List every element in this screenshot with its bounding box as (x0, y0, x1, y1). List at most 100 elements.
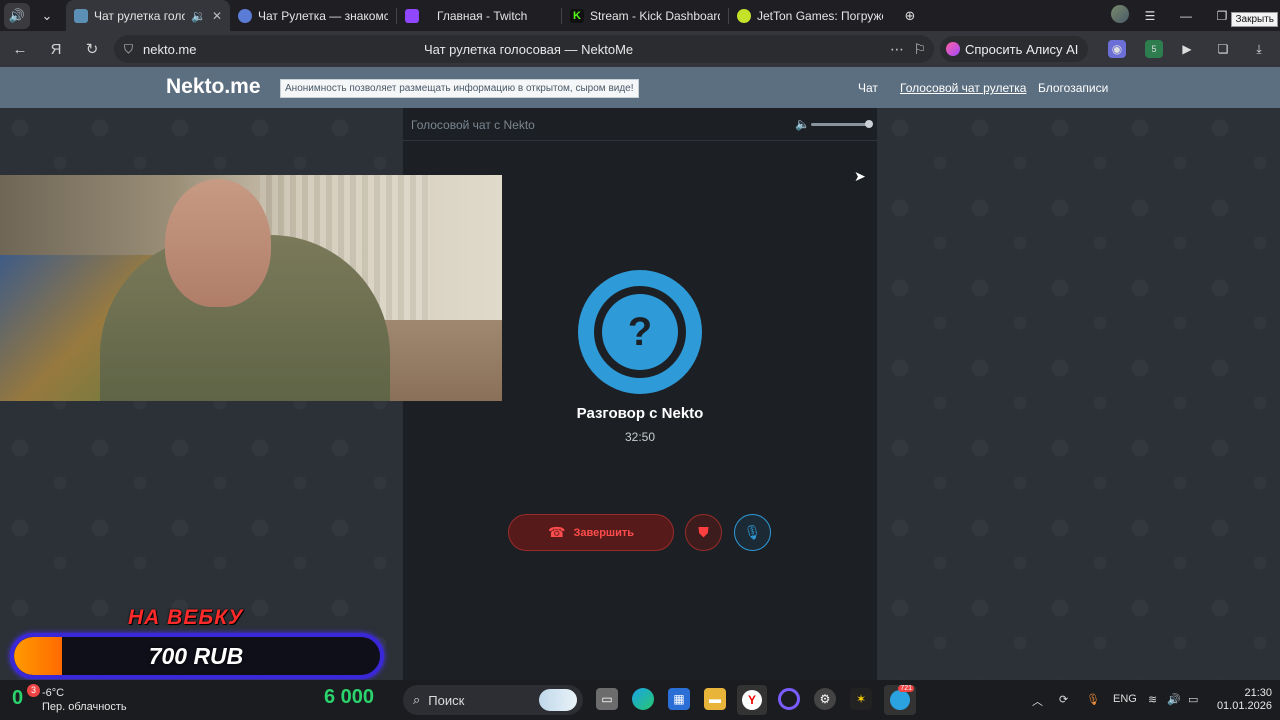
report-button[interactable]: ⛊ (685, 514, 722, 551)
search-icon: ⌕ (413, 692, 421, 707)
steam-icon[interactable]: ⚙ (814, 688, 836, 710)
tab-title: Главная - Twitch (437, 8, 528, 23)
mouse-cursor-icon: ➤ (854, 168, 866, 184)
alice-app-icon[interactable] (778, 688, 800, 710)
menu-item-voice-roulette[interactable]: Голосовой чат рулетка (900, 81, 1026, 95)
weather-temperature[interactable]: -6°C (42, 687, 64, 699)
microphone-button[interactable]: 🎙 (734, 514, 771, 551)
wifi-icon[interactable]: ≋ (1148, 693, 1157, 706)
microphone-tray-icon[interactable]: 🎙 (1086, 693, 1100, 706)
bookmark-icon[interactable]: ⚐ (913, 41, 926, 58)
volume-slider[interactable] (811, 123, 871, 126)
donation-goal-bar: 700 RUB (10, 633, 384, 679)
store-icon[interactable]: ▦ (668, 688, 690, 710)
yandex-logo-icon[interactable]: Я (38, 41, 74, 58)
close-icon[interactable]: ✕ (212, 9, 222, 23)
file-explorer-icon[interactable]: ▬ (704, 688, 726, 710)
alice-icon (946, 42, 960, 56)
tab-nekto[interactable]: Чат рулетка голосов 🔉 ✕ (66, 0, 230, 31)
volume-tray-icon[interactable]: 🔊 (1167, 693, 1181, 706)
speaker-icon[interactable]: 🔊 (4, 2, 30, 29)
taskbar: 0 3 -6°C Пер. облачность 6 000 ⌕ Поиск ▭… (0, 680, 1280, 720)
stream-counter: 6 000 (324, 686, 375, 708)
menu-item-blog[interactable]: Блогозаписи (1038, 81, 1108, 95)
shield-alert-icon: ⛊ (698, 524, 709, 540)
site-logo[interactable]: Nekto.me (166, 75, 261, 99)
webcam-video (0, 175, 502, 401)
hang-up-phone-icon: ☎ (548, 524, 566, 540)
tab-jetton[interactable]: JetTon Games: Погружен (729, 0, 891, 31)
question-mark-icon: ? (602, 294, 678, 370)
search-highlight-icon (539, 689, 577, 711)
speaker-icon[interactable]: 🔉 (191, 9, 206, 23)
browser-tab-bar: 🔊 ⌄ Чат рулетка голосов 🔉 ✕ Чат Рулетка … (0, 0, 1280, 31)
tab-title: JetTon Games: Погружен (757, 8, 883, 23)
tab-kick[interactable]: K Stream - Kick Dashboard (562, 0, 728, 31)
tab-title: Чат рулетка голосов (94, 8, 185, 23)
clock-time: 21:30 (1244, 687, 1272, 699)
download-icon[interactable]: ⤓ (1250, 40, 1268, 58)
volume-slider-handle[interactable] (865, 120, 873, 128)
discord-extension-icon[interactable]: ◉ (1108, 40, 1126, 58)
weather-description[interactable]: Пер. облачность (42, 701, 127, 713)
battery-icon[interactable]: ▭ (1188, 693, 1198, 706)
screen: 🔊 ⌄ Чат рулетка голосов 🔉 ✕ Чат Рулетка … (0, 0, 1280, 720)
kick-icon: K (570, 8, 584, 23)
chatroulette-favicon-icon (238, 8, 252, 23)
media-play-icon[interactable]: ▶ (1178, 40, 1196, 58)
shield-extension-icon[interactable]: 5 (1145, 40, 1163, 58)
donation-goal-label: НА ВЕБКУ (128, 606, 244, 629)
system-clock[interactable]: 21:30 01.01.2026 (1212, 687, 1272, 713)
webcam-dresser (380, 320, 502, 401)
task-view-icon[interactable]: ▭ (596, 688, 618, 710)
conversation-timer: 32:50 (624, 430, 656, 444)
site-info-icon[interactable]: ⛉ (124, 42, 133, 57)
alice-label: Спросить Алису AI (965, 41, 1079, 57)
clock-date: 01.01.2026 (1216, 700, 1272, 712)
jetton-favicon-icon (737, 8, 751, 23)
obs-spark-icon[interactable]: ✶ (850, 688, 872, 710)
end-call-label: Завершить (573, 526, 634, 539)
microphone-icon: 🎙 (743, 524, 762, 540)
twitch-icon (405, 8, 419, 23)
sync-icon[interactable]: ⟳ (1059, 693, 1068, 706)
back-arrow-icon[interactable]: ← (2, 41, 38, 58)
conversation-title: Разговор с Nekto (576, 405, 704, 422)
menu-item-chat[interactable]: Чат (858, 81, 878, 95)
site-motto: Анонимность позволяет размещать информац… (280, 79, 639, 98)
tray-chevron-up-icon[interactable]: ︿ (1032, 693, 1043, 709)
address-bar: ← Я ↻ ⛉ nekto.me Чат рулетка голосовая —… (0, 31, 1280, 67)
profile-avatar-icon[interactable] (1108, 5, 1132, 26)
minimize-icon[interactable]: — (1168, 9, 1204, 23)
tab-title: Чат Рулетка — знакомств (258, 8, 388, 23)
menu-icon[interactable]: ☰ (1132, 9, 1168, 23)
donation-goal-amount: 700 RUB (148, 643, 244, 669)
url-field[interactable]: ⛉ nekto.me Чат рулетка голосовая — Nekto… (114, 35, 934, 63)
tab-chatroulette[interactable]: Чат Рулетка — знакомств (230, 0, 396, 31)
ask-alice-button[interactable]: Спросить Алису AI (940, 36, 1089, 62)
chevron-down-icon[interactable]: ⌄ (34, 3, 60, 29)
partner-avatar: ? (578, 270, 702, 394)
avatar-ring: ? (594, 286, 686, 378)
panel-header: Голосовой чат с Nekto 🔈 (403, 108, 877, 141)
collections-icon[interactable]: ❏ (1214, 40, 1232, 58)
volume-icon[interactable]: 🔈 (795, 117, 810, 131)
panel-title: Голосовой чат с Nekto (411, 118, 535, 132)
more-dots-icon[interactable]: ⋯ (890, 41, 904, 58)
tab-title: Stream - Kick Dashboard (590, 8, 720, 23)
url-host: nekto.me (143, 41, 197, 57)
nekto-favicon-icon (74, 8, 88, 23)
telegram-icon[interactable]: 721 (884, 685, 916, 715)
edge-icon[interactable] (632, 688, 654, 710)
taskbar-search[interactable]: ⌕ Поиск (403, 685, 583, 715)
tab-twitch[interactable]: Главная - Twitch (397, 0, 561, 31)
weather-widget-value[interactable]: 0 (12, 687, 23, 710)
end-call-button[interactable]: ☎ Завершить (508, 514, 674, 551)
weather-badge: 3 (27, 684, 40, 697)
language-indicator[interactable]: ENG (1113, 693, 1137, 705)
close-tooltip: Закрыть (1231, 12, 1278, 27)
reload-icon[interactable]: ↻ (74, 40, 110, 58)
yandex-browser-icon[interactable]: Y (737, 685, 767, 715)
new-tab-plus-icon[interactable]: ⊕ (897, 3, 923, 29)
webcam-person-head (165, 179, 271, 307)
